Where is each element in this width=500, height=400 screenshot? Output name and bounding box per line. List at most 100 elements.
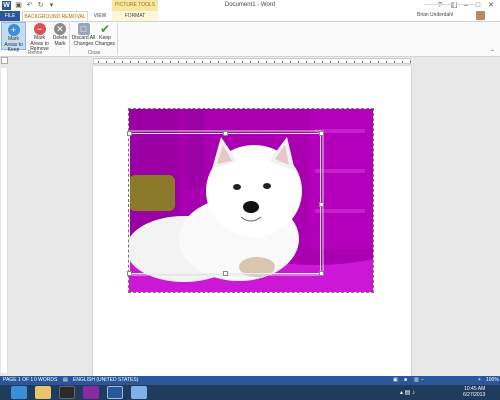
marquee-handle-ne[interactable] [319, 131, 324, 136]
document-title: Document1 - Word [224, 2, 276, 8]
background-removal-marquee[interactable] [129, 133, 321, 274]
tab-background-removal[interactable]: BACKGROUND REMOVAL [22, 11, 88, 21]
ruler-tick [154, 61, 155, 63]
zoom-slider-thumb[interactable] [454, 2, 456, 7]
ruler-tick [138, 61, 139, 63]
page-count[interactable]: PAGE 1 OF 1 [3, 377, 33, 383]
contextual-group-label: PICTURE TOOLS [114, 2, 156, 8]
ruler-tick [266, 61, 267, 63]
tab-view[interactable]: VIEW [89, 11, 111, 21]
ruler-tick [322, 61, 323, 63]
keep-changes-label: Keep Changes [95, 35, 116, 47]
print-layout-icon[interactable]: ■ [404, 377, 407, 383]
ruler-tick [226, 61, 227, 63]
ruler-tick [242, 61, 243, 63]
internet-explorer-icon[interactable] [11, 386, 27, 399]
group-divider [117, 23, 118, 55]
avatar[interactable] [476, 11, 485, 20]
marquee-handle-n[interactable] [223, 131, 228, 136]
tab-file[interactable]: FILE [0, 11, 20, 21]
ruler-tick [378, 61, 379, 63]
ruler-tick [130, 61, 131, 63]
save-icon[interactable]: ▣ [14, 1, 23, 10]
language-indicator[interactable]: ENGLISH (UNITED STATES) [73, 377, 138, 383]
word-taskbar-icon[interactable] [107, 386, 123, 399]
file-explorer-icon[interactable] [35, 386, 51, 399]
tray-clock[interactable]: 10:45 AM 6/27/2013 [463, 386, 485, 398]
clock-date: 6/27/2013 [463, 392, 486, 398]
ruler-tick [146, 61, 147, 63]
group-divider [69, 23, 70, 55]
ruler-tick [346, 61, 347, 63]
marquee-handle-nw[interactable] [127, 131, 132, 136]
ruler-tick [218, 61, 219, 63]
keep-changes-button[interactable]: ✔ Keep Changes [95, 22, 115, 50]
undo-icon[interactable]: ↶ [25, 1, 34, 10]
marquee-handle-s[interactable] [223, 271, 228, 276]
maximize-button[interactable]: □ [472, 1, 484, 10]
picture-tools-header: PICTURE TOOLS [112, 0, 158, 11]
ruler-tick [362, 61, 363, 63]
ruler-tick [330, 61, 331, 63]
zoom-out-icon[interactable]: − [421, 377, 424, 383]
minus-pencil-icon: − [33, 23, 46, 35]
close-button[interactable]: ✕ [485, 1, 497, 10]
status-bar: PAGE 1 OF 1 0 WORDS ▤ ENGLISH (UNITED ST… [0, 376, 500, 385]
mark-areas-to-keep-button[interactable]: + Mark Areas to Keep [1, 22, 26, 53]
ruler-tick [122, 61, 123, 63]
ruler-tick [410, 61, 411, 63]
discard-all-changes-button[interactable]: □ Discard All Changes [71, 22, 96, 50]
eraser-icon: ✕ [54, 23, 66, 35]
ruler-tick [258, 61, 259, 63]
ruler-tick [202, 61, 203, 63]
customize-qat-icon[interactable]: ▾ [47, 1, 56, 10]
marquee-handle-se[interactable] [319, 271, 324, 276]
ruler-tick [386, 61, 387, 63]
ruler-tick [106, 61, 107, 63]
checkmark-icon: ✔ [99, 22, 111, 36]
ruler-tick [354, 61, 355, 63]
read-mode-icon[interactable]: ▣ [393, 377, 398, 383]
mark-areas-to-remove-button[interactable]: − Mark Areas to Remove [27, 22, 52, 52]
vertical-ruler[interactable] [1, 68, 8, 373]
zoom-level[interactable]: 100% [486, 377, 499, 383]
ruler-tick [234, 61, 235, 63]
ruler-tick [298, 61, 299, 63]
minimize-button[interactable]: – [460, 1, 472, 10]
tab-format[interactable]: FORMAT [112, 11, 158, 21]
tray-icons[interactable]: ▴ ▤ ♪ [400, 389, 415, 396]
ruler-tick [394, 61, 395, 63]
ruler-tick [306, 61, 307, 63]
refine-group-label: Refine [27, 50, 43, 56]
zoom-slider[interactable] [425, 4, 475, 5]
delete-mark-button[interactable]: ✕ Delete Mark [52, 22, 68, 50]
discard-label: Discard All Changes [71, 35, 96, 47]
tab-selector[interactable] [1, 57, 8, 64]
redo-icon[interactable]: ↻ [36, 1, 45, 10]
ruler-tick [178, 61, 179, 63]
app-icon[interactable] [59, 386, 75, 399]
marquee-handle-e[interactable] [319, 202, 324, 207]
ruler-tick [210, 61, 211, 63]
ruler-tick [274, 61, 275, 63]
word-count[interactable]: 0 WORDS [34, 377, 57, 383]
marquee-handle-sw[interactable] [127, 271, 132, 276]
ruler-tick [186, 61, 187, 63]
zoom-in-icon[interactable]: + [478, 377, 481, 383]
close-group-label: Close [87, 50, 101, 56]
plus-pencil-icon: + [7, 24, 20, 36]
proofing-icon[interactable]: ▤ [63, 377, 68, 383]
web-layout-icon[interactable]: ▥ [414, 377, 419, 383]
photos-icon[interactable] [131, 386, 147, 399]
horizontal-ruler[interactable] [93, 58, 411, 64]
collapse-ribbon-icon[interactable]: ⌃ [490, 49, 495, 56]
ruler-tick [98, 61, 99, 63]
ruler-tick [282, 61, 283, 63]
ruler-tick [194, 61, 195, 63]
word-app-icon[interactable]: W [2, 1, 11, 10]
user-name[interactable]: Brian Underdahl [417, 12, 453, 18]
help-icon[interactable]: ? [434, 1, 446, 10]
onenote-icon[interactable] [83, 386, 99, 399]
delete-mark-label: Delete Mark [52, 35, 68, 47]
ruler-tick [370, 61, 371, 63]
